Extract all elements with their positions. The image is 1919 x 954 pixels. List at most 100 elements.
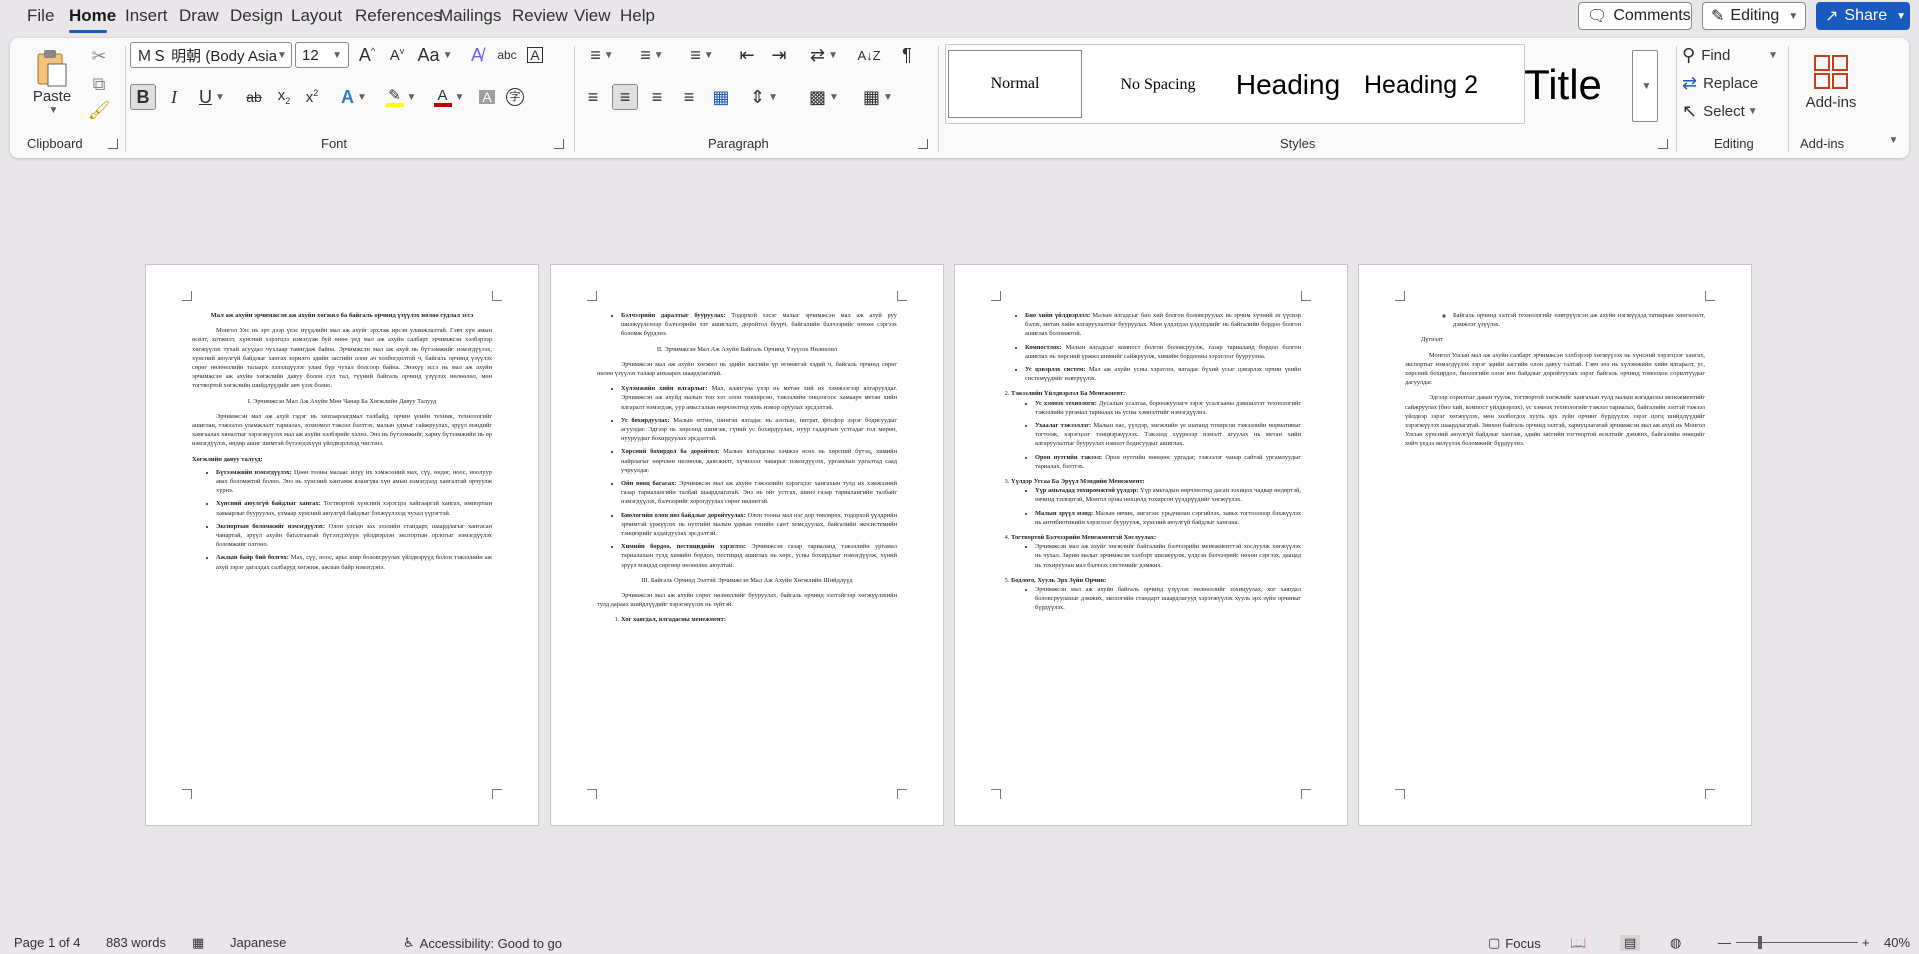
text-effects-button[interactable]: A ▼ [334, 84, 374, 110]
grow-font-button[interactable]: A^ [355, 42, 379, 68]
proofing-icon[interactable]: ▦ [192, 935, 204, 951]
underline-button[interactable]: U ▼ [192, 84, 232, 110]
multilevel-list-button[interactable]: ≡ ▼ [680, 42, 724, 68]
text-direction-icon: ⇄ [810, 45, 826, 65]
document-page-3[interactable]: Био хийн үйлдвэрлэл: Малын ялгадсыг био … [954, 264, 1348, 826]
sub-list: Үүр амьтадад тохиромжтой үүлдэр: Үүр амь… [1011, 486, 1301, 527]
styles-more-button[interactable]: ▼ [1632, 50, 1658, 122]
character-shading-button[interactable]: A [475, 84, 499, 110]
bold-button[interactable]: B [130, 84, 156, 110]
share-button[interactable]: ↗ Share ▼ [1816, 2, 1910, 30]
borders-button[interactable]: ▦ ▼ [856, 84, 900, 110]
zoom-out-button[interactable]: — [1718, 935, 1731, 950]
enclose-characters-button[interactable]: 字 [503, 84, 527, 110]
tab-references[interactable]: References [355, 6, 442, 26]
tab-view[interactable]: View [574, 6, 611, 26]
tab-insert[interactable]: Insert [125, 6, 168, 26]
add-ins-button[interactable]: Add-ins [1796, 44, 1866, 120]
chevron-down-icon: ▼ [603, 49, 614, 61]
list-item: Ус цэвэрлэх систем: Мал аж ахуйн усны хэ… [1025, 365, 1301, 383]
justify-button[interactable]: ≡ [676, 84, 702, 110]
zoom-slider-thumb[interactable] [1758, 936, 1763, 949]
tab-review[interactable]: Review [512, 6, 568, 26]
cut-button[interactable]: ✂ [86, 44, 112, 68]
copy-button[interactable]: ⧉ [86, 72, 112, 96]
style-heading[interactable]: Heading [1222, 50, 1354, 120]
style-no-spacing[interactable]: No Spacing [1096, 50, 1220, 120]
character-border-button[interactable]: A [523, 42, 547, 68]
line-spacing-button[interactable]: ⇕ ▼ [742, 84, 786, 110]
character-border-icon: A [527, 47, 543, 63]
focus-button[interactable]: ▢ Focus [1488, 935, 1541, 951]
list-item: Хөрсний бохирдол ба доройтол: Малын ялга… [621, 447, 897, 475]
paste-icon [37, 50, 67, 87]
zoom-slider-track[interactable] [1736, 942, 1858, 943]
font-name-value: ＭＳ 明朝 (Body Asia [137, 47, 278, 65]
language-indicator[interactable]: Japanese [230, 935, 286, 950]
read-mode-button[interactable]: 📖 [1570, 935, 1586, 951]
tab-help[interactable]: Help [620, 6, 655, 26]
font-name-select[interactable]: ＭＳ 明朝 (Body Asia ▼ [130, 42, 292, 68]
paste-button[interactable]: Paste ▼ [30, 44, 74, 120]
add-ins-group-label: Add-ins [1800, 136, 1845, 151]
change-case-button[interactable]: Aa ▼ [415, 42, 455, 68]
editing-mode-button[interactable]: ✎ Editing ▼ [1702, 2, 1806, 30]
shrink-font-button[interactable]: Av [385, 42, 409, 68]
tab-file[interactable]: File [27, 6, 54, 26]
tab-layout[interactable]: Layout [291, 6, 342, 26]
clear-formatting-button[interactable]: A̸ [465, 42, 489, 68]
align-left-icon: ≡ [587, 87, 599, 107]
tab-design[interactable]: Design [230, 6, 283, 26]
page-count[interactable]: Page 1 of 4 [14, 935, 81, 950]
distributed-button[interactable]: ▦ [708, 84, 734, 110]
style-normal[interactable]: Normal [948, 50, 1082, 118]
document-page-2[interactable]: Бэлчээрийн даралтыг бууруулах: Тодорхой … [550, 264, 944, 826]
italic-button[interactable]: I [162, 84, 186, 110]
decrease-indent-button[interactable]: ⇤ [734, 42, 760, 68]
superscript-button[interactable]: x2 [300, 84, 324, 110]
zoom-level[interactable]: 40% [1884, 935, 1910, 950]
format-painter-button[interactable]: 🖌 [86, 98, 112, 122]
font-launcher-icon[interactable] [554, 139, 564, 149]
find-button[interactable]: ⚲ Find ▼ [1682, 42, 1778, 68]
web-layout-button[interactable]: ◍ [1670, 935, 1681, 951]
align-center-button[interactable]: ≡ [612, 84, 638, 110]
text-direction-button[interactable]: ⇄ ▼ [802, 42, 846, 68]
shading-button[interactable]: ▩ ▼ [802, 84, 846, 110]
collapse-ribbon-button[interactable]: ▼ [1882, 130, 1902, 150]
highlighter-icon: ✎ [388, 86, 401, 104]
font-color-button[interactable]: A ▼ [428, 84, 470, 110]
page-2-body: Бэлчээрийн даралтыг бууруулах: Тодорхой … [597, 311, 897, 631]
accessibility-status[interactable]: ♿ Accessibility: Good to go [403, 935, 562, 951]
strikethrough-button[interactable]: ab [240, 84, 268, 110]
highlight-color-button[interactable]: ✎ ▼ [380, 84, 422, 110]
tab-mailings[interactable]: Mailings [439, 6, 501, 26]
style-heading-2[interactable]: Heading 2 [1356, 50, 1486, 120]
numbering-button[interactable]: ≡ ▼ [630, 42, 674, 68]
bullets-button[interactable]: ≡ ▼ [580, 42, 624, 68]
styles-launcher-icon[interactable] [1658, 139, 1668, 149]
print-layout-button[interactable]: ▤ [1620, 935, 1641, 951]
tab-home[interactable]: Home [69, 6, 116, 26]
paragraph-launcher-icon[interactable] [918, 139, 928, 149]
zoom-in-button[interactable]: + [1862, 935, 1870, 950]
document-page-4[interactable]: Байгаль орчинд ээлтэй технологийг нэвтрү… [1358, 264, 1752, 826]
sort-button[interactable]: A↓Z [856, 42, 882, 68]
comments-button[interactable]: 🗨 Comments [1578, 2, 1692, 30]
show-formatting-marks-button[interactable]: ¶ [894, 42, 920, 68]
list-item: Байгаль орчинд ээлтэй технологийг нэвтрү… [1453, 311, 1705, 329]
replace-button[interactable]: ⇄ Replace [1682, 70, 1778, 96]
align-right-button[interactable]: ≡ [644, 84, 670, 110]
font-size-select[interactable]: 12 ▼ [295, 42, 349, 68]
align-left-button[interactable]: ≡ [580, 84, 606, 110]
word-count[interactable]: 883 words [106, 935, 166, 950]
select-button[interactable]: ↖ Select ▼ [1682, 98, 1778, 124]
document-page-1[interactable]: Мал аж ахуйн эрчимжсэн аж ахуйн хөгжил б… [145, 264, 539, 826]
style-title[interactable]: Title [1488, 50, 1638, 120]
phonetic-guide-button[interactable]: abc [495, 42, 519, 68]
clipboard-launcher-icon[interactable] [108, 139, 118, 149]
crop-mark [1705, 291, 1715, 301]
tab-draw[interactable]: Draw [179, 6, 219, 26]
subscript-button[interactable]: x2 [272, 84, 296, 110]
increase-indent-button[interactable]: ⇥ [766, 42, 792, 68]
